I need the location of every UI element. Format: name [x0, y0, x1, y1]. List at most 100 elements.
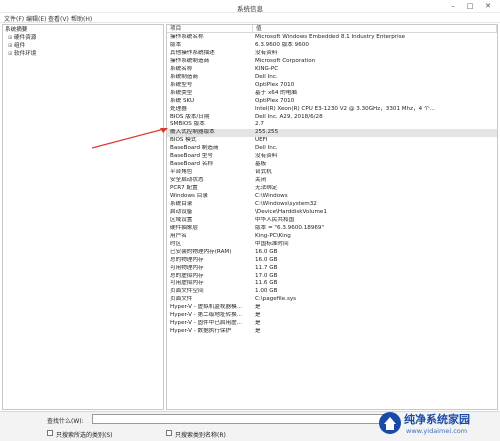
- item-cell: 系统目录: [170, 200, 193, 207]
- item-cell: 系统名称: [170, 65, 193, 72]
- find-input[interactable]: [92, 414, 388, 424]
- table-row[interactable]: 页面文件 C:\pagefile.sys: [167, 296, 497, 304]
- table-row[interactable]: BaseBoard 名称 基板: [167, 161, 497, 169]
- item-cell: 总的虚拟内存: [170, 272, 204, 279]
- column-header-value[interactable]: 值: [253, 25, 497, 33]
- table-row[interactable]: 安全启动状态 关闭: [167, 177, 497, 185]
- value-cell: Dell Inc. A29, 2018/6/28: [255, 113, 323, 120]
- table-row[interactable]: BIOS 模式 UEFI: [167, 137, 497, 145]
- table-row[interactable]: 处理器 Intel(R) Xeon(R) CPU E3-1230 V2 @ 3.3…: [167, 106, 497, 114]
- value-cell: 没有资料: [255, 49, 278, 56]
- table-row[interactable]: Windows 目录 C:\Windows: [167, 193, 497, 201]
- find-label: 查找什么(W):: [47, 418, 84, 425]
- item-cell: 嵌入式控制器版本: [170, 129, 215, 136]
- value-cell: 台式机: [255, 169, 272, 176]
- category-tree: 系统摘要 ⊞ 硬件资源 ⊞ 组件 ⊞ 软件环境: [2, 24, 164, 410]
- menu-file[interactable]: 文件(F): [4, 14, 24, 23]
- value-cell: 255.255: [255, 129, 279, 136]
- watermark-url: www.yidaimei.com: [406, 427, 468, 435]
- table-row[interactable]: 系统名称 KING-PC: [167, 66, 497, 74]
- table-row[interactable]: Hyper-V - 虚拟机监视器模... 是: [167, 304, 497, 312]
- table-row[interactable]: 系统型号 OptiPlex 7010: [167, 82, 497, 90]
- item-cell: Windows 目录: [170, 193, 208, 199]
- item-cell: 可用虚拟内存: [170, 280, 204, 287]
- item-cell: 可用物理内存: [170, 264, 204, 271]
- tree-item[interactable]: ⊞ 硬件资源: [8, 35, 36, 42]
- item-cell: 时区: [170, 240, 182, 247]
- value-cell: 版本 = "6.3.9600.18969": [255, 224, 325, 231]
- tree-item-label: 软件环境: [14, 51, 37, 57]
- table-row[interactable]: SMBIOS 版本 2.7: [167, 121, 497, 129]
- table-row[interactable]: 硬件抽象层 版本 = "6.3.9600.18969": [167, 225, 497, 233]
- item-cell: 系统制造商: [170, 73, 198, 80]
- item-cell: Hyper-V - 虚拟机监视器模...: [170, 304, 243, 311]
- site-watermark: 纯净系统家园 www.yidaimei.com: [372, 405, 500, 441]
- table-row[interactable]: 平台角色 台式机: [167, 169, 497, 177]
- tree-item[interactable]: ⊞ 组件: [8, 43, 25, 50]
- table-row[interactable]: 可用物理内存 11.7 GB: [167, 265, 497, 273]
- item-cell: 其他操作系统描述: [170, 49, 215, 56]
- table-row[interactable]: 启动设备 \Device\HarddiskVolume1: [167, 209, 497, 217]
- table-row[interactable]: 总的物理内存 16.0 GB: [167, 257, 497, 265]
- value-cell: 6.3.9600 版本 9600: [255, 41, 309, 48]
- value-cell: Microsoft Windows Embedded 8.1 Industry …: [255, 34, 406, 40]
- table-row[interactable]: 已安装的物理内存(RAM) 16.0 GB: [167, 249, 497, 257]
- table-row[interactable]: BaseBoard 制造商 Dell Inc.: [167, 145, 497, 153]
- value-cell: 中华人民共和国: [255, 216, 295, 223]
- value-cell: 关闭: [255, 177, 267, 184]
- table-row[interactable]: 嵌入式控制器版本 255.255: [167, 129, 497, 138]
- table-row[interactable]: 系统制造商 Dell Inc.: [167, 74, 497, 82]
- table-row[interactable]: Hyper-V - 数据执行保护 是: [167, 328, 497, 336]
- tree-item-label: 硬件资源: [14, 35, 37, 41]
- table-row[interactable]: 系统类型 基于 x64 的电脑: [167, 90, 497, 98]
- table-row[interactable]: Hyper-V - 第二级地址转换... 是: [167, 312, 497, 320]
- maximize-button[interactable]: □: [463, 1, 477, 11]
- menu-edit[interactable]: 编辑(E): [26, 14, 46, 23]
- tree-item[interactable]: ⊞ 软件环境: [8, 51, 36, 58]
- item-cell: BaseBoard 名称: [170, 161, 214, 168]
- table-row[interactable]: 总的虚拟内存 17.0 GB: [167, 273, 497, 281]
- table-row[interactable]: 时区 中国标准时间: [167, 241, 497, 249]
- value-cell: 是: [255, 320, 261, 327]
- table-row[interactable]: 系统目录 C:\Windows\system32: [167, 201, 497, 209]
- table-row[interactable]: 操作系统制造商 Microsoft Corporation: [167, 58, 497, 66]
- item-cell: 总的物理内存: [170, 256, 204, 263]
- menu-help[interactable]: 帮助(H): [71, 14, 92, 23]
- tree-item[interactable]: 系统摘要: [5, 27, 27, 34]
- table-row[interactable]: 区域设置 中华人民共和国: [167, 217, 497, 225]
- table-row[interactable]: 页面文件空间 1.00 GB: [167, 288, 497, 296]
- table-row[interactable]: 操作系统名称 Microsoft Windows Embedded 8.1 Ind…: [167, 34, 497, 42]
- value-cell: 中国标准时间: [255, 240, 289, 247]
- annotation-arrow-icon: [91, 128, 168, 149]
- value-cell: OptiPlex 7010: [255, 97, 295, 104]
- only-selected-label: 只搜索所选的类别(S): [56, 432, 113, 439]
- table-row[interactable]: 系统 SKU OptiPlex 7010: [167, 98, 497, 106]
- item-cell: Hyper-V - 数据执行保护: [170, 328, 232, 335]
- value-cell: 无法绑定: [255, 185, 278, 192]
- minimize-button[interactable]: –: [446, 1, 460, 11]
- item-cell: 系统 SKU: [170, 97, 195, 104]
- table-row[interactable]: 用户名 King-PC\King: [167, 233, 497, 241]
- only-selected-checkbox[interactable]: [47, 430, 53, 436]
- only-names-checkbox[interactable]: [166, 430, 172, 436]
- value-cell: 16.0 GB: [255, 248, 278, 255]
- table-row[interactable]: 版本 6.3.9600 版本 9600: [167, 42, 497, 50]
- item-cell: BaseBoard 制造商: [170, 145, 219, 152]
- value-cell: C:\Windows: [255, 193, 288, 199]
- table-row[interactable]: 其他操作系统描述 没有资料: [167, 50, 497, 58]
- item-cell: BaseBoard 型号: [170, 153, 214, 160]
- column-header-item[interactable]: 项目: [167, 25, 253, 33]
- table-row[interactable]: Hyper-V - 固件中已启用虚... 是: [167, 320, 497, 328]
- table-row[interactable]: BaseBoard 型号 没有资料: [167, 153, 497, 161]
- value-cell: 11.7 GB: [255, 264, 278, 271]
- table-row[interactable]: BIOS 版本/日期 Dell Inc. A29, 2018/6/28: [167, 114, 497, 122]
- value-cell: 基于 x64 的电脑: [255, 89, 297, 96]
- value-cell: \Device\HarddiskVolume1: [255, 208, 327, 215]
- title-bar: 系统信息 – □ ✕: [0, 0, 500, 13]
- menu-view[interactable]: 查看(V): [48, 14, 69, 23]
- item-cell: 处理器: [170, 105, 187, 112]
- table-row[interactable]: 可用虚拟内存 11.6 GB: [167, 280, 497, 288]
- table-row[interactable]: PCR7 配置 无法绑定: [167, 185, 497, 193]
- item-cell: 已安装的物理内存(RAM): [170, 248, 232, 255]
- close-button[interactable]: ✕: [481, 1, 495, 11]
